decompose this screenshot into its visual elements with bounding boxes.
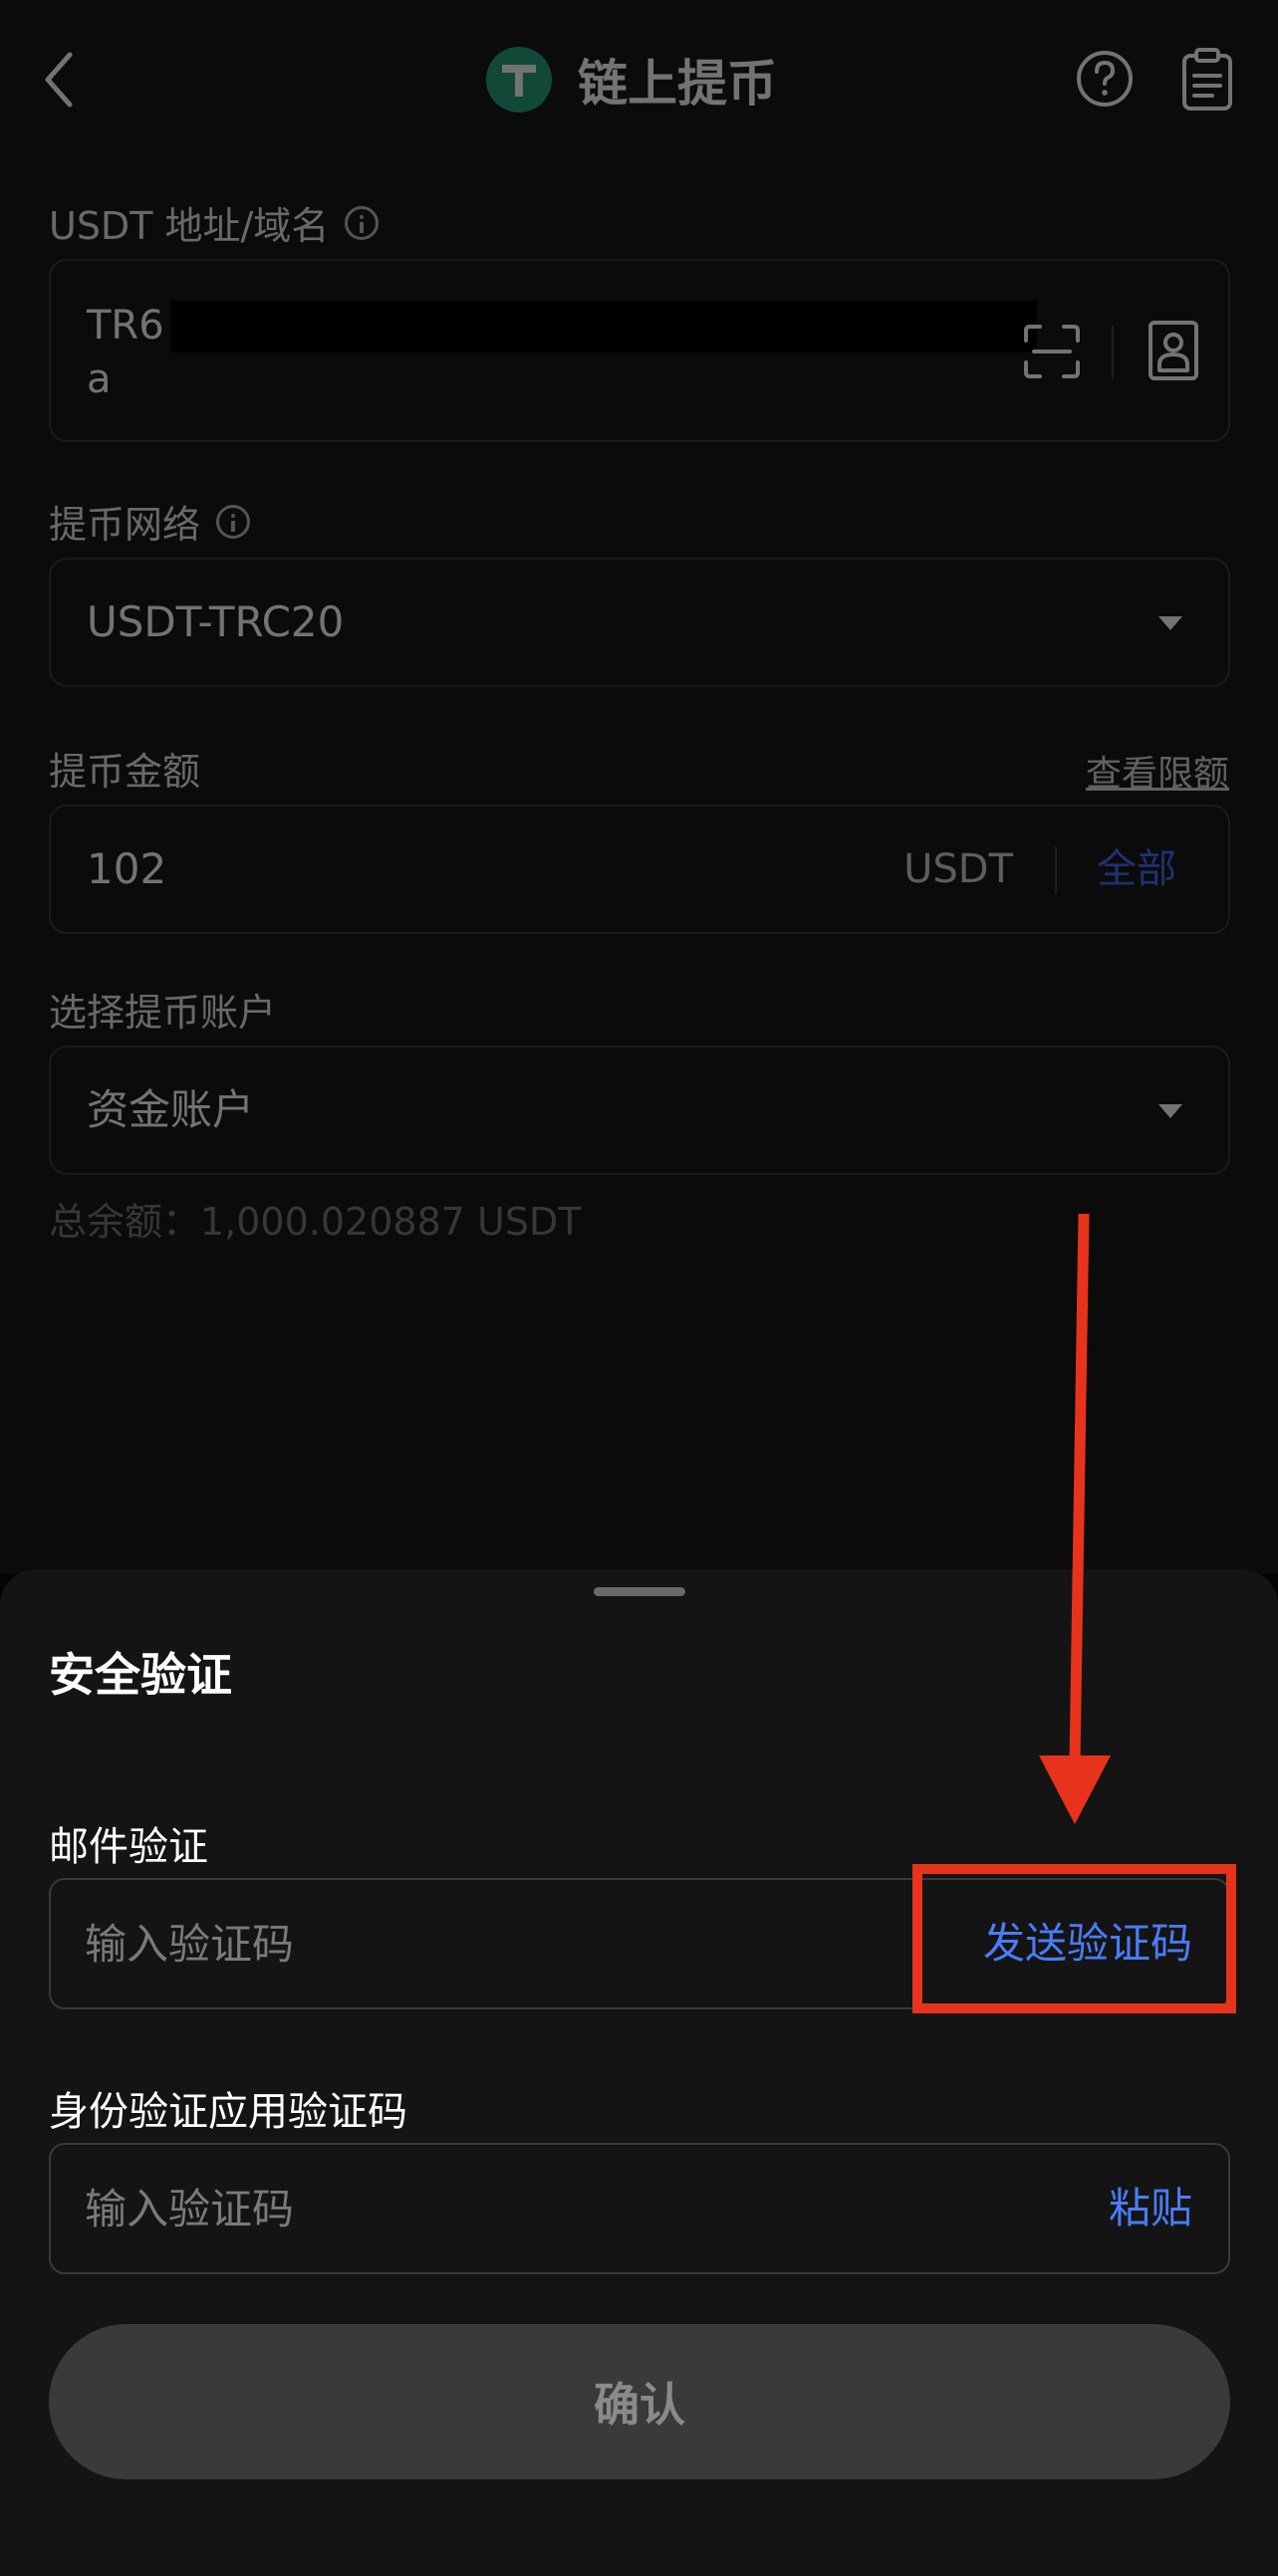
amount-input[interactable]: 102 USDT 全部 xyxy=(49,805,1230,934)
network-label: 提币网络 xyxy=(49,494,251,549)
address-line-2: a xyxy=(87,356,112,402)
redaction-bar xyxy=(170,301,1037,352)
address-value: TR6 a xyxy=(87,299,164,406)
back-chevron-icon[interactable] xyxy=(40,45,80,115)
help-circle-icon[interactable] xyxy=(1076,50,1134,108)
top-bar: 链上提币 xyxy=(0,0,1278,149)
account-select[interactable]: 资金账户 xyxy=(49,1046,1230,1175)
paste-button[interactable]: 粘贴 xyxy=(1109,2145,1192,2272)
scan-icon[interactable] xyxy=(1022,323,1082,380)
amount-label-text: 提币金额 xyxy=(49,750,201,794)
amount-unit: USDT xyxy=(903,846,1013,892)
amount-label: 提币金额 xyxy=(49,741,200,796)
tether-logo-icon xyxy=(486,47,552,113)
amount-value: 102 xyxy=(87,844,167,893)
divider xyxy=(1055,846,1057,894)
confirm-button[interactable]: 确认 xyxy=(49,2324,1230,2479)
drag-handle[interactable] xyxy=(594,1587,685,1596)
address-book-icon[interactable] xyxy=(1147,319,1200,382)
network-select[interactable]: USDT-TRC20 xyxy=(49,558,1230,687)
network-value: USDT-TRC20 xyxy=(87,597,345,646)
address-label-text: USDT 地址/域名 xyxy=(49,204,330,248)
caret-down-icon xyxy=(1158,1104,1182,1118)
account-label: 选择提币账户 xyxy=(49,982,276,1037)
email-code-input[interactable] xyxy=(85,1880,882,2007)
view-limit-link[interactable]: 查看限额 xyxy=(1086,745,1229,797)
divider xyxy=(1112,326,1114,379)
info-icon[interactable] xyxy=(216,504,251,539)
account-value: 资金账户 xyxy=(87,1085,255,1134)
annotation-highlight-box xyxy=(912,1864,1236,2013)
authenticator-label: 身份验证应用验证码 xyxy=(49,2089,407,2135)
address-label: USDT 地址/域名 xyxy=(49,195,380,250)
authenticator-code-input[interactable] xyxy=(85,2145,882,2272)
clipboard-icon[interactable] xyxy=(1180,48,1234,112)
authenticator-code-field: 粘贴 xyxy=(49,2143,1230,2274)
email-verify-label: 邮件验证 xyxy=(49,1824,208,1870)
info-icon[interactable] xyxy=(345,205,380,240)
network-label-text: 提币网络 xyxy=(49,503,201,547)
address-line-1: TR6 xyxy=(87,303,164,349)
page-title-group: 链上提币 xyxy=(486,45,777,115)
caret-down-icon xyxy=(1158,616,1182,630)
annotation-arrow xyxy=(1039,1213,1111,1824)
page-title: 链上提币 xyxy=(578,55,777,113)
address-input[interactable]: TR6 a xyxy=(49,259,1230,442)
account-label-text: 选择提币账户 xyxy=(49,991,277,1035)
sheet-title: 安全验证 xyxy=(49,1648,232,1702)
total-balance: 总余额：1,000.020887 USDT xyxy=(49,1200,582,1244)
all-button[interactable]: 全部 xyxy=(1097,807,1176,932)
